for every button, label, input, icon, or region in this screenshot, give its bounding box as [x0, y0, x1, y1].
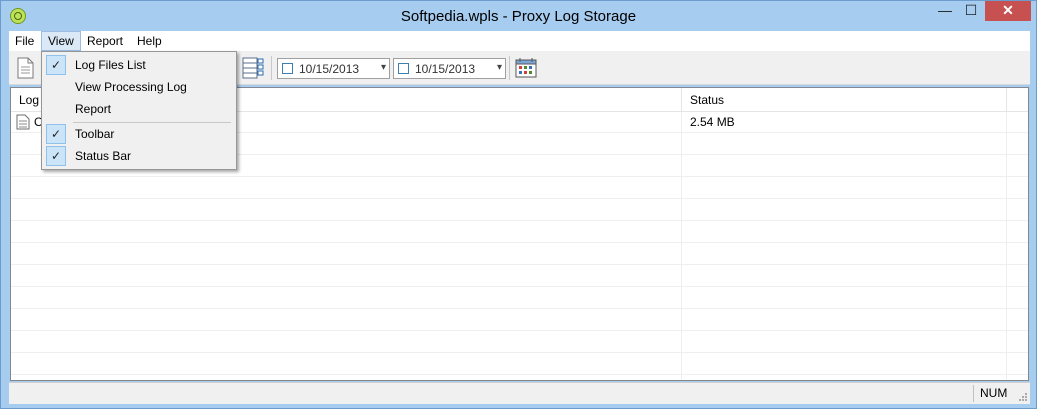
- table-row: [11, 199, 1028, 221]
- date-to-picker[interactable]: 10/15/2013 ▾: [393, 58, 506, 79]
- toolbar-separator: [509, 56, 510, 80]
- table-row: [11, 221, 1028, 243]
- checkmark-icon: ✓: [46, 124, 66, 144]
- resize-grip-icon[interactable]: [1018, 392, 1028, 402]
- menu-item-toolbar[interactable]: ✓ Toolbar: [44, 123, 234, 145]
- minimize-button[interactable]: —: [932, 1, 958, 21]
- table-row: [11, 287, 1028, 309]
- date-from-picker[interactable]: 10/15/2013 ▾: [277, 58, 390, 79]
- column-header-status[interactable]: Status: [682, 88, 1007, 111]
- menu-item-label: Status Bar: [75, 149, 132, 163]
- menu-item-view-processing-log[interactable]: View Processing Log: [44, 76, 234, 98]
- table-row: [11, 309, 1028, 331]
- menu-bar: File View Report Help: [9, 31, 1030, 51]
- num-lock-indicator: NUM: [973, 385, 1013, 402]
- table-row: [11, 331, 1028, 353]
- toolbar-separator: [271, 56, 272, 80]
- checkmark-icon: ✓: [46, 55, 66, 75]
- menu-item-status-bar[interactable]: ✓ Status Bar: [44, 145, 234, 167]
- title-bar[interactable]: Softpedia.wpls - Proxy Log Storage — ☐ ✕: [1, 1, 1036, 31]
- status-bar: NUM: [9, 382, 1030, 404]
- date-from-value: 10/15/2013: [299, 62, 360, 76]
- menu-item-label: Toolbar: [75, 127, 115, 141]
- checklist-icon[interactable]: [241, 56, 265, 80]
- menu-report[interactable]: Report: [81, 31, 129, 51]
- row-status: 2.54 MB: [690, 115, 735, 129]
- table-row: [11, 177, 1028, 199]
- calendar-report-icon[interactable]: [514, 56, 538, 80]
- menu-file[interactable]: File: [9, 31, 40, 51]
- menu-item-label: Log Files List: [75, 58, 146, 72]
- menu-item-log-files-list[interactable]: ✓ Log Files List: [44, 54, 234, 76]
- date-to-value: 10/15/2013: [415, 62, 476, 76]
- menu-item-label: Report: [75, 102, 112, 116]
- date-to-checkbox[interactable]: [398, 63, 409, 74]
- close-button[interactable]: ✕: [985, 1, 1031, 21]
- view-menu-dropdown: ✓ Log Files List View Processing Log Rep…: [41, 51, 237, 170]
- table-row: [11, 243, 1028, 265]
- menu-help[interactable]: Help: [131, 31, 168, 51]
- table-row: [11, 353, 1028, 375]
- window-title: Softpedia.wpls - Proxy Log Storage: [400, 8, 637, 25]
- chevron-down-icon[interactable]: ▾: [497, 62, 502, 73]
- menu-item-report[interactable]: Report: [44, 98, 234, 120]
- menu-view[interactable]: View: [41, 31, 81, 51]
- date-from-checkbox[interactable]: [282, 63, 293, 74]
- table-row: [11, 265, 1028, 287]
- chevron-down-icon[interactable]: ▾: [381, 62, 386, 73]
- checkmark-icon: ✓: [46, 146, 66, 166]
- new-file-icon[interactable]: [13, 56, 37, 80]
- maximize-button[interactable]: ☐: [958, 1, 984, 21]
- menu-item-label: View Processing Log: [75, 80, 187, 94]
- table-row: [11, 375, 1028, 380]
- app-window: Softpedia.wpls - Proxy Log Storage — ☐ ✕…: [0, 0, 1037, 409]
